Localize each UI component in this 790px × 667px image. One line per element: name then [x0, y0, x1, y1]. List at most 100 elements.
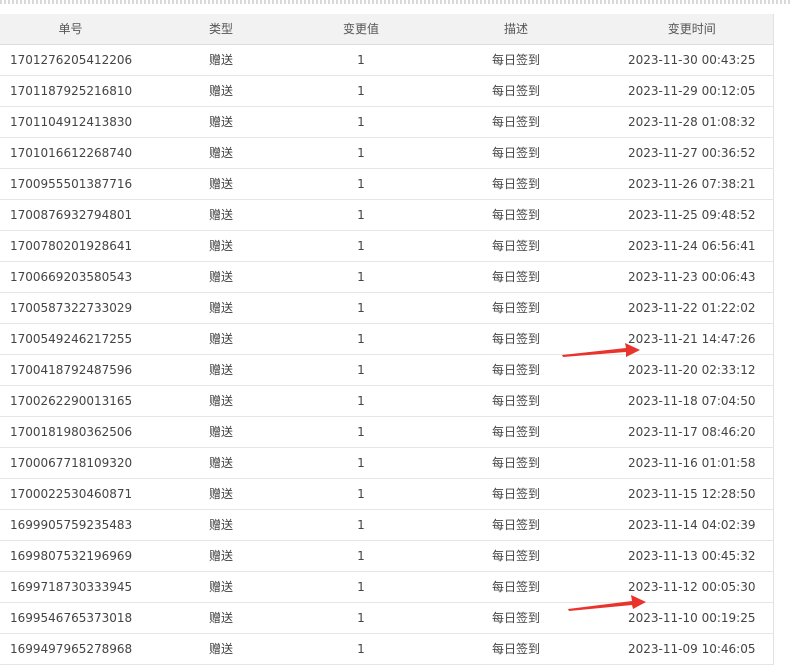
- cell-description: 每日签到: [421, 292, 611, 324]
- cell-description: 每日签到: [421, 354, 611, 386]
- cell-description: 每日签到: [421, 323, 611, 355]
- cell-order-id: 1700876932794801: [0, 199, 141, 231]
- cell-change-value: 1: [301, 540, 421, 572]
- cell-description: 每日签到: [421, 230, 611, 262]
- table-row: 1700067718109320 赠送 1 每日签到 2023-11-16 01:01:…: [0, 447, 773, 479]
- cell-change-value: 1: [301, 230, 421, 262]
- table-row: 1700549246217255 赠送 1 每日签到 2023-11-21 14:47:…: [0, 323, 773, 355]
- cell-description: 每日签到: [421, 44, 611, 76]
- header-description: 描述: [421, 14, 611, 45]
- cell-type: 赠送: [141, 323, 301, 355]
- cell-type: 赠送: [141, 447, 301, 479]
- table-row: 1700262290013165 赠送 1 每日签到 2023-11-18 07:04:…: [0, 385, 773, 417]
- cell-change-time: 2023-11-20 02:33:12: [611, 354, 773, 386]
- cell-change-value: 1: [301, 385, 421, 417]
- cell-order-id: 1700549246217255: [0, 323, 141, 355]
- cell-description: 每日签到: [421, 137, 611, 169]
- cell-type: 赠送: [141, 75, 301, 107]
- cell-change-value: 1: [301, 416, 421, 448]
- cell-description: 每日签到: [421, 447, 611, 479]
- cell-type: 赠送: [141, 385, 301, 417]
- cell-change-time: 2023-11-23 00:06:43: [611, 261, 773, 293]
- table-row: 1701104912413830 赠送 1 每日签到 2023-11-28 01:08:…: [0, 106, 773, 138]
- table-row: 1700418792487596 赠送 1 每日签到 2023-11-20 02:33:…: [0, 354, 773, 386]
- points-record-table: 单号 类型 变更值 描述 变更时间 1701276205412206 赠送 1 每日签…: [0, 14, 774, 665]
- table-row: 1701276205412206 赠送 1 每日签到 2023-11-30 00:43:…: [0, 44, 773, 76]
- table-row: 1700876932794801 赠送 1 每日签到 2023-11-25 09:48:…: [0, 199, 773, 231]
- cell-type: 赠送: [141, 106, 301, 138]
- cell-type: 赠送: [141, 168, 301, 200]
- cell-type: 赠送: [141, 602, 301, 634]
- top-border-strip: [0, 0, 790, 4]
- cell-description: 每日签到: [421, 106, 611, 138]
- cell-change-value: 1: [301, 509, 421, 541]
- cell-change-time: 2023-11-17 08:46:20: [611, 416, 773, 448]
- cell-change-time: 2023-11-27 00:36:52: [611, 137, 773, 169]
- cell-description: 每日签到: [421, 261, 611, 293]
- cell-change-value: 1: [301, 292, 421, 324]
- cell-change-time: 2023-11-12 00:05:30: [611, 571, 773, 603]
- cell-change-value: 1: [301, 106, 421, 138]
- table-row: 1699718730333945 赠送 1 每日签到 2023-11-12 00:05:…: [0, 571, 773, 603]
- cell-change-time: 2023-11-26 07:38:21: [611, 168, 773, 200]
- cell-order-id: 1701187925216810: [0, 75, 141, 107]
- cell-order-id: 1699497965278968: [0, 633, 141, 665]
- cell-order-id: 1701016612268740: [0, 137, 141, 169]
- cell-change-value: 1: [301, 199, 421, 231]
- cell-type: 赠送: [141, 540, 301, 572]
- cell-description: 每日签到: [421, 509, 611, 541]
- cell-change-value: 1: [301, 354, 421, 386]
- cell-change-time: 2023-11-14 04:02:39: [611, 509, 773, 541]
- cell-change-value: 1: [301, 478, 421, 510]
- cell-description: 每日签到: [421, 633, 611, 665]
- cell-description: 每日签到: [421, 75, 611, 107]
- table-row: 1701016612268740 赠送 1 每日签到 2023-11-27 00:36:…: [0, 137, 773, 169]
- cell-change-value: 1: [301, 261, 421, 293]
- cell-order-id: 1700181980362506: [0, 416, 141, 448]
- cell-type: 赠送: [141, 416, 301, 448]
- table-row: 1700780201928641 赠送 1 每日签到 2023-11-24 06:56:…: [0, 230, 773, 262]
- cell-type: 赠送: [141, 354, 301, 386]
- header-type: 类型: [141, 14, 301, 45]
- cell-type: 赠送: [141, 230, 301, 262]
- header-order-id: 单号: [0, 14, 141, 45]
- cell-change-time: 2023-11-28 01:08:32: [611, 106, 773, 138]
- table-header-row: 单号 类型 变更值 描述 变更时间: [0, 14, 773, 45]
- cell-type: 赠送: [141, 478, 301, 510]
- cell-order-id: 1699718730333945: [0, 571, 141, 603]
- cell-type: 赠送: [141, 44, 301, 76]
- header-change-value: 变更值: [301, 14, 421, 45]
- cell-order-id: 1699905759235483: [0, 509, 141, 541]
- cell-change-value: 1: [301, 323, 421, 355]
- cell-type: 赠送: [141, 261, 301, 293]
- cell-order-id: 1699546765373018: [0, 602, 141, 634]
- cell-type: 赠送: [141, 633, 301, 665]
- cell-description: 每日签到: [421, 199, 611, 231]
- cell-order-id: 1701276205412206: [0, 44, 141, 76]
- cell-change-value: 1: [301, 168, 421, 200]
- header-change-time: 变更时间: [611, 14, 773, 45]
- cell-order-id: 1701104912413830: [0, 106, 141, 138]
- cell-type: 赠送: [141, 509, 301, 541]
- cell-change-time: 2023-11-18 07:04:50: [611, 385, 773, 417]
- table-row: 1699497965278968 赠送 1 每日签到 2023-11-09 10:46:…: [0, 633, 773, 665]
- table-row: 1700022530460871 赠送 1 每日签到 2023-11-15 12:28:…: [0, 478, 773, 510]
- cell-change-time: 2023-11-09 10:46:05: [611, 633, 773, 665]
- cell-order-id: 1700587322733029: [0, 292, 141, 324]
- cell-order-id: 1700669203580543: [0, 261, 141, 293]
- cell-change-time: 2023-11-21 14:47:26: [611, 323, 773, 355]
- cell-type: 赠送: [141, 571, 301, 603]
- cell-order-id: 1700955501387716: [0, 168, 141, 200]
- table-row: 1700669203580543 赠送 1 每日签到 2023-11-23 00:06:…: [0, 261, 773, 293]
- cell-type: 赠送: [141, 199, 301, 231]
- cell-change-time: 2023-11-22 01:22:02: [611, 292, 773, 324]
- cell-description: 每日签到: [421, 478, 611, 510]
- table-row: 1699546765373018 赠送 1 每日签到 2023-11-10 00:19:…: [0, 602, 773, 634]
- cell-type: 赠送: [141, 292, 301, 324]
- cell-description: 每日签到: [421, 416, 611, 448]
- cell-change-value: 1: [301, 602, 421, 634]
- cell-order-id: 1700067718109320: [0, 447, 141, 479]
- cell-change-value: 1: [301, 75, 421, 107]
- table-row: 1701187925216810 赠送 1 每日签到 2023-11-29 00:12:…: [0, 75, 773, 107]
- cell-change-time: 2023-11-30 00:43:25: [611, 44, 773, 76]
